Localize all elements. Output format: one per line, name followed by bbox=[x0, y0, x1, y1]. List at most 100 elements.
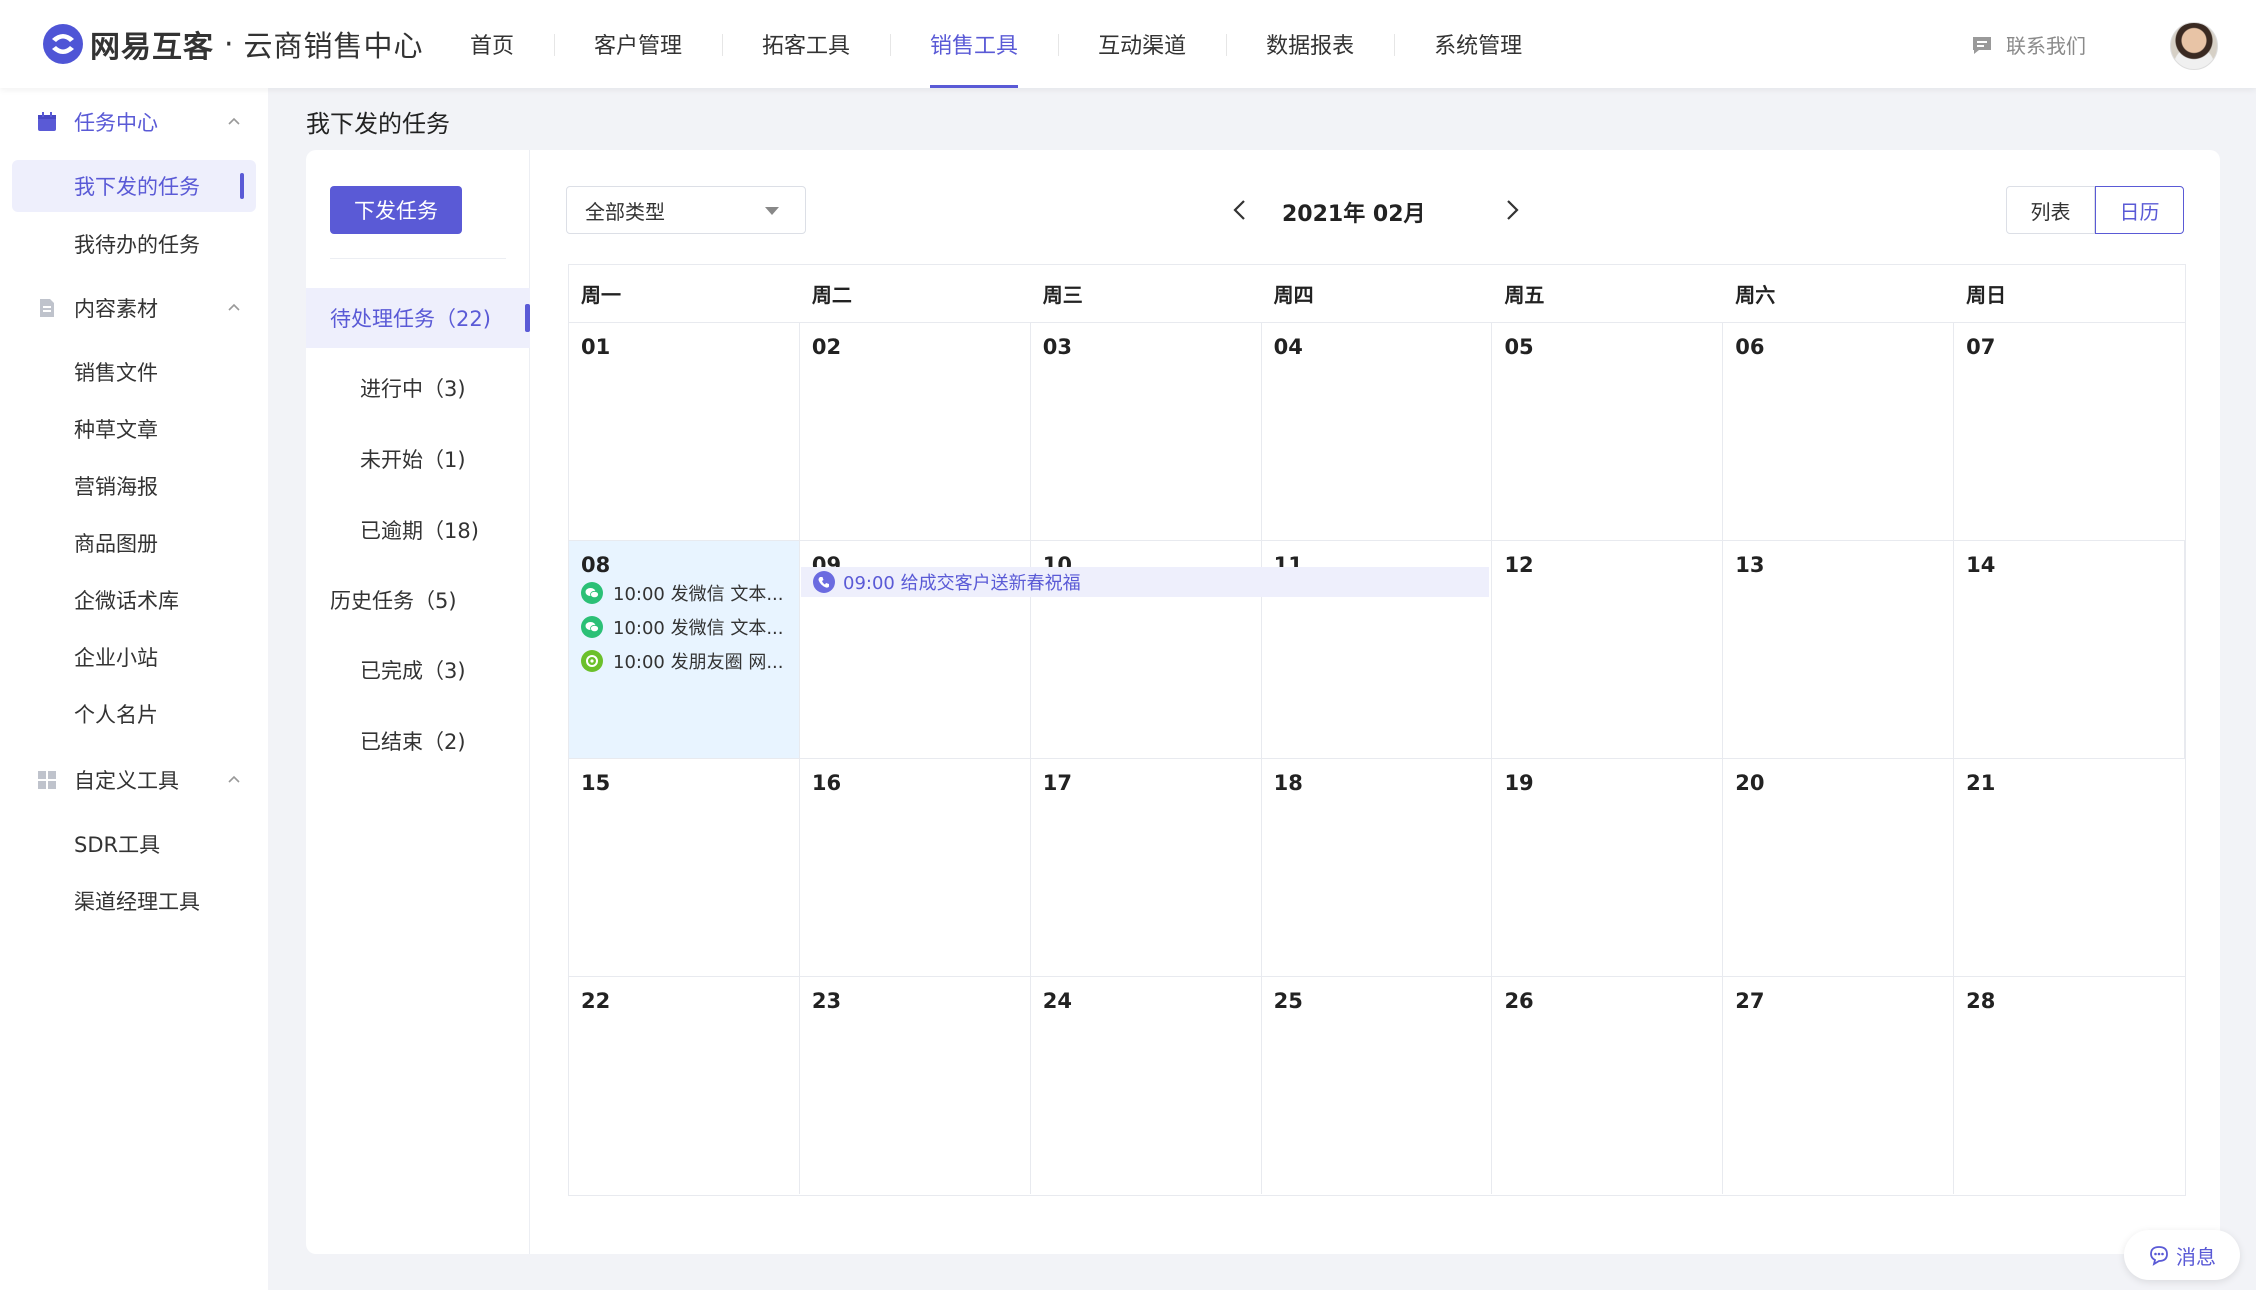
sidebar-item-marketing-posters[interactable]: 营销海报 bbox=[12, 460, 256, 512]
task-filter-completed[interactable]: 已完成（3) bbox=[306, 640, 530, 700]
next-month-button[interactable] bbox=[1498, 196, 1526, 224]
chevron-left-icon bbox=[1233, 200, 1245, 220]
calendar-day[interactable]: 20 bbox=[1723, 759, 1955, 976]
nav-home[interactable]: 首页 bbox=[438, 0, 554, 88]
sidebar-item-company-microsite[interactable]: 企业小站 bbox=[12, 631, 256, 683]
nav-sales-tools[interactable]: 销售工具 bbox=[890, 0, 1058, 88]
nav-customer-management[interactable]: 客户管理 bbox=[554, 0, 722, 88]
calendar-grid: 周一 周二 周三 周四 周五 周六 周日 01 02 03 04 05 06 0… bbox=[568, 264, 2186, 1196]
calendar-day[interactable]: 25 bbox=[1262, 977, 1493, 1194]
calendar-event[interactable]: 10:00 发朋友圈 网... bbox=[581, 647, 783, 675]
calendar-day[interactable]: 24 bbox=[1031, 977, 1262, 1194]
calendar-day[interactable]: 13 bbox=[1723, 541, 1955, 758]
chat-bubble-icon bbox=[1973, 36, 1991, 54]
multi-day-event[interactable]: 09:00 给成交客户送新春祝福 bbox=[801, 567, 1489, 597]
previous-month-button[interactable] bbox=[1226, 196, 1254, 224]
netease-logo-icon bbox=[43, 24, 83, 64]
sidebar-group-label: 自定义工具 bbox=[74, 769, 179, 793]
calendar-day[interactable]: 01 bbox=[569, 323, 800, 540]
calendar-day[interactable]: 28 bbox=[1954, 977, 2185, 1194]
calendar-week: 08 10:00 发微信 文本... 10:00 发微信 文本... 10:00… bbox=[569, 541, 2186, 759]
calendar-day[interactable]: 02 bbox=[800, 323, 1031, 540]
event-label: 10:00 发朋友圈 网... bbox=[613, 652, 784, 673]
day-number: 27 bbox=[1735, 989, 1765, 1013]
calendar-day[interactable]: 03 bbox=[1031, 323, 1262, 540]
calendar-day[interactable]: 17 bbox=[1031, 759, 1262, 976]
sidebar-item-my-todo-tasks[interactable]: 我待办的任务 bbox=[12, 218, 256, 270]
weekday-wednesday: 周三 bbox=[1042, 283, 1083, 307]
task-filter-history[interactable]: 历史任务（5) bbox=[306, 570, 530, 630]
event-label: 10:00 发微信 文本... bbox=[613, 618, 784, 639]
calendar-day[interactable]: 15 bbox=[569, 759, 800, 976]
calendar-day[interactable]: 12 bbox=[1492, 541, 1724, 758]
list-view-button[interactable]: 列表 bbox=[2006, 186, 2095, 234]
calendar-day[interactable]: 14 bbox=[1954, 541, 2186, 758]
day-number: 15 bbox=[581, 771, 611, 795]
day-number: 24 bbox=[1042, 989, 1072, 1013]
user-avatar[interactable] bbox=[2170, 22, 2218, 70]
nav-interaction-channels[interactable]: 互动渠道 bbox=[1058, 0, 1226, 88]
grid-icon bbox=[38, 771, 56, 789]
current-month: 2021年 02月 bbox=[1282, 202, 1426, 227]
issue-task-button[interactable]: 下发任务 bbox=[330, 186, 462, 234]
day-number: 18 bbox=[1273, 771, 1303, 795]
top-header: 网易互客 · 云商销售中心 首页 客户管理 拓客工具 销售工具 互动渠道 数据报… bbox=[0, 0, 2256, 88]
calendar-view-button[interactable]: 日历 bbox=[2095, 186, 2184, 234]
sidebar-item-wecom-scripts[interactable]: 企微话术库 bbox=[12, 574, 256, 626]
calendar-day[interactable]: 04 bbox=[1262, 323, 1493, 540]
sidebar-item-personal-card[interactable]: 个人名片 bbox=[12, 688, 256, 740]
calendar-day[interactable]: 27 bbox=[1723, 977, 1955, 1194]
day-number: 01 bbox=[581, 335, 611, 359]
calendar-event[interactable]: 10:00 发微信 文本... bbox=[581, 613, 783, 641]
task-filter-in-progress[interactable]: 进行中（3) bbox=[306, 358, 530, 418]
calendar-day[interactable]: 19 bbox=[1492, 759, 1724, 976]
calendar-day[interactable]: 18 bbox=[1262, 759, 1493, 976]
logo[interactable]: 网易互客 · 云商销售中心 bbox=[42, 22, 424, 66]
messages-button[interactable]: 消息 bbox=[2124, 1230, 2240, 1280]
nav-system-management[interactable]: 系统管理 bbox=[1394, 0, 1562, 88]
day-number: 03 bbox=[1042, 335, 1072, 359]
sidebar-item-my-issued-tasks[interactable]: 我下发的任务 bbox=[12, 160, 256, 212]
task-type-select[interactable]: 全部类型 bbox=[566, 186, 806, 234]
sidebar-group-task-center[interactable]: 任务中心 bbox=[0, 100, 268, 144]
sidebar-group-custom-tools[interactable]: 自定义工具 bbox=[0, 758, 268, 802]
sidebar-group-content-materials[interactable]: 内容素材 bbox=[0, 286, 268, 330]
day-number: 02 bbox=[811, 335, 842, 359]
weekday-thursday: 周四 bbox=[1273, 283, 1314, 307]
calendar-day[interactable]: 23 bbox=[800, 977, 1031, 1194]
calendar-day[interactable]: 07 bbox=[1954, 323, 2185, 540]
calendar-day[interactable]: 26 bbox=[1492, 977, 1724, 1194]
sidebar-item-recommendation-articles[interactable]: 种草文章 bbox=[12, 403, 256, 455]
calendar-day[interactable]: 21 bbox=[1954, 759, 2185, 976]
calendar-day-selected[interactable]: 08 10:00 发微信 文本... 10:00 发微信 文本... 10:00… bbox=[569, 541, 800, 758]
task-filter-pending[interactable]: 待处理任务（22) bbox=[306, 288, 530, 348]
sidebar-item-sales-files[interactable]: 销售文件 bbox=[12, 346, 256, 398]
sidebar-item-product-albums[interactable]: 商品图册 bbox=[12, 517, 256, 569]
calendar-day[interactable]: 22 bbox=[569, 977, 800, 1194]
task-filter-ended[interactable]: 已结束（2) bbox=[306, 711, 530, 771]
main-card: 下发任务 待处理任务（22) 进行中（3) 未开始（1) 已逾期（18) 历史任… bbox=[306, 150, 2220, 1254]
calendar-day[interactable]: 06 bbox=[1723, 323, 1955, 540]
view-toggle: 列表 日历 bbox=[2006, 186, 2184, 234]
messages-label: 消息 bbox=[2176, 1244, 2216, 1269]
calendar-event[interactable]: 10:00 发微信 文本... bbox=[581, 579, 783, 607]
calendar-day[interactable]: 16 bbox=[800, 759, 1031, 976]
nav-prospecting-tools[interactable]: 拓客工具 bbox=[722, 0, 890, 88]
weekday-saturday: 周六 bbox=[1735, 283, 1776, 307]
sidebar-item-sdr-tools[interactable]: SDR工具 bbox=[12, 818, 256, 870]
task-filter-overdue[interactable]: 已逾期（18) bbox=[306, 500, 530, 560]
calendar-day[interactable]: 05 bbox=[1492, 323, 1724, 540]
contact-us-link[interactable]: 联系我们 bbox=[1970, 30, 2086, 59]
sidebar-group-label: 内容素材 bbox=[74, 297, 158, 321]
chevron-up-icon bbox=[228, 117, 240, 125]
moments-icon bbox=[581, 650, 603, 672]
nav-data-reports[interactable]: 数据报表 bbox=[1226, 0, 1394, 88]
chevron-up-icon bbox=[228, 775, 240, 783]
day-number: 12 bbox=[1504, 553, 1534, 577]
day-number: 25 bbox=[1273, 989, 1303, 1013]
divider bbox=[330, 258, 506, 259]
brand-separator: · bbox=[224, 26, 234, 62]
task-filter-not-started[interactable]: 未开始（1) bbox=[306, 429, 530, 489]
sidebar-item-channel-manager-tools[interactable]: 渠道经理工具 bbox=[12, 875, 256, 927]
day-number: 07 bbox=[1966, 335, 1996, 359]
